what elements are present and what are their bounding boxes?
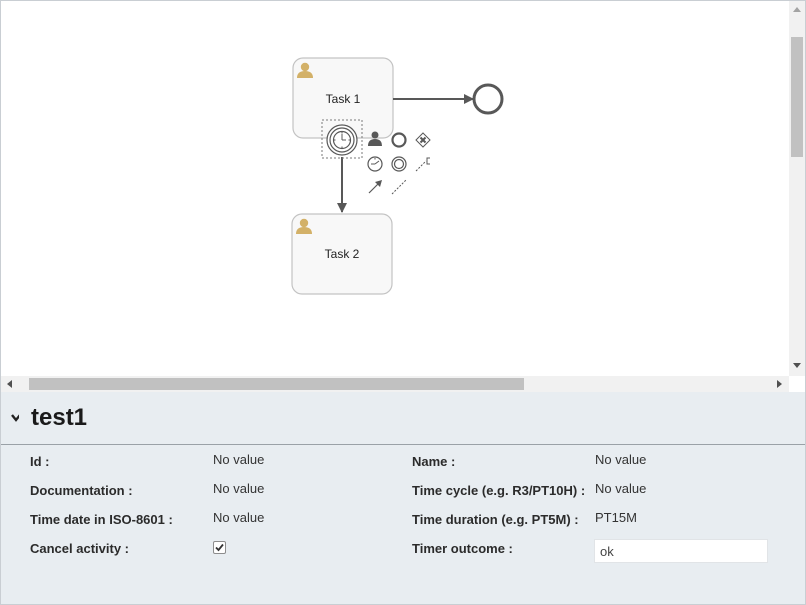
task-1-label: Task 1	[326, 92, 361, 106]
scroll-left-icon[interactable]	[7, 380, 12, 388]
end-event-icon[interactable]	[472, 83, 504, 115]
diagram-canvas[interactable]: Task 1 Task 2	[1, 1, 789, 376]
cancel-activity-label: Cancel activity :	[30, 541, 129, 556]
association-icon[interactable]	[391, 179, 407, 195]
scroll-down-icon[interactable]	[793, 363, 801, 368]
properties-panel: test1 Id : No value Documentation : No v…	[1, 392, 805, 604]
vertical-scrollbar[interactable]	[789, 1, 805, 376]
time-duration-label: Time duration (e.g. PT5M) :	[412, 512, 579, 527]
time-date-value[interactable]: No value	[213, 510, 264, 525]
time-duration-value[interactable]: PT15M	[595, 510, 637, 525]
horizontal-scrollbar[interactable]	[1, 376, 789, 392]
id-value[interactable]: No value	[213, 452, 264, 467]
timer-outcome-input[interactable]	[594, 539, 768, 563]
append-gateway-icon[interactable]	[415, 132, 431, 148]
scroll-up-icon[interactable]	[793, 7, 801, 12]
timer-outcome-label: Timer outcome :	[412, 541, 513, 556]
scroll-right-icon[interactable]	[777, 380, 782, 388]
append-text-annotation-icon[interactable]	[415, 157, 430, 172]
vertical-scroll-thumb[interactable]	[791, 37, 803, 157]
diagram-svg: Task 1 Task 2	[291, 57, 504, 295]
chevron-down-icon[interactable]	[11, 414, 19, 422]
properties-header: test1	[1, 392, 805, 445]
name-value[interactable]: No value	[595, 452, 646, 467]
scrollbar-corner	[789, 376, 805, 392]
cancel-activity-checkbox[interactable]	[213, 541, 226, 554]
checkmark-icon	[215, 543, 224, 552]
documentation-value[interactable]: No value	[213, 481, 264, 496]
connect-arrow-icon[interactable]	[368, 180, 382, 194]
name-label: Name :	[412, 454, 456, 469]
task-2-node[interactable]: Task 2	[291, 213, 393, 295]
append-intermediate-event-icon[interactable]	[391, 156, 407, 172]
editor-frame: Task 1 Task 2 test1 Id: No value Docume…	[0, 0, 806, 605]
horizontal-scroll-thumb[interactable]	[29, 378, 524, 390]
append-timer-event-icon[interactable]	[367, 156, 383, 172]
documentation-label: Documentation :	[30, 483, 133, 498]
context-pad	[367, 131, 431, 195]
time-cycle-value[interactable]: No value	[595, 481, 646, 496]
task-2-label: Task 2	[325, 247, 360, 261]
id-label: Id :	[30, 454, 50, 469]
time-date-label: Time date in ISO-8601 :	[30, 512, 173, 527]
properties-title: test1	[31, 404, 88, 431]
timer-event-icon[interactable]	[326, 124, 358, 156]
time-cycle-label: Time cycle (e.g. R3/PT10H) :	[412, 483, 586, 498]
append-end-event-icon[interactable]	[391, 132, 407, 148]
